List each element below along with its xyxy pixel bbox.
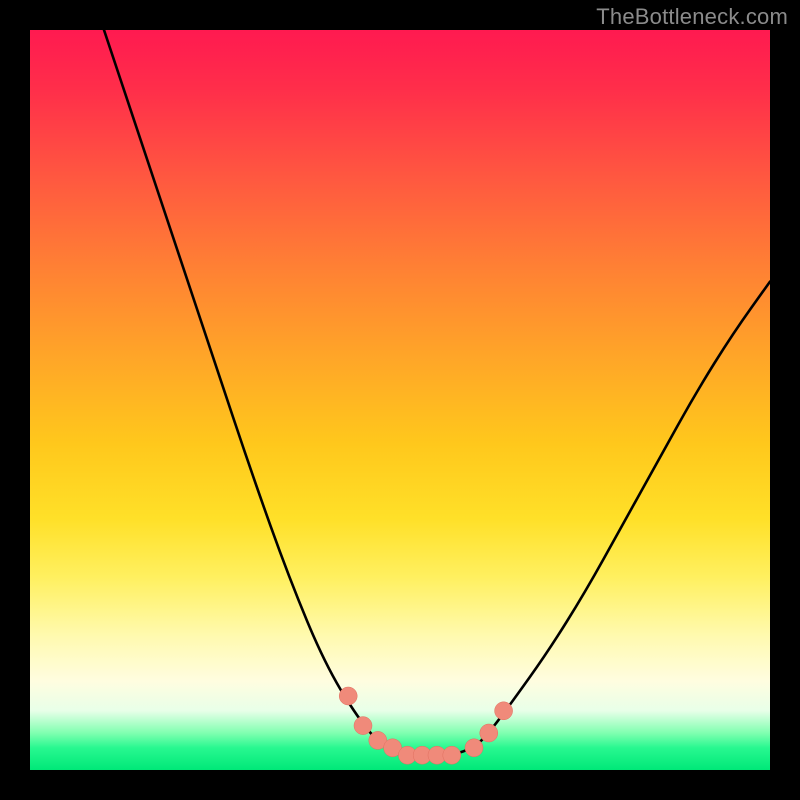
plot-area (30, 30, 770, 770)
highlight-dot (495, 702, 513, 720)
highlight-dot (339, 687, 357, 705)
highlight-dot (480, 724, 498, 742)
highlight-dot (465, 739, 483, 757)
highlight-dot (354, 717, 372, 735)
highlight-dots-group (339, 687, 512, 764)
bottleneck-curve-svg (30, 30, 770, 770)
chart-frame: TheBottleneck.com (0, 0, 800, 800)
highlight-dot (443, 746, 461, 764)
bottleneck-curve-path (104, 30, 770, 755)
watermark-text: TheBottleneck.com (596, 4, 788, 30)
